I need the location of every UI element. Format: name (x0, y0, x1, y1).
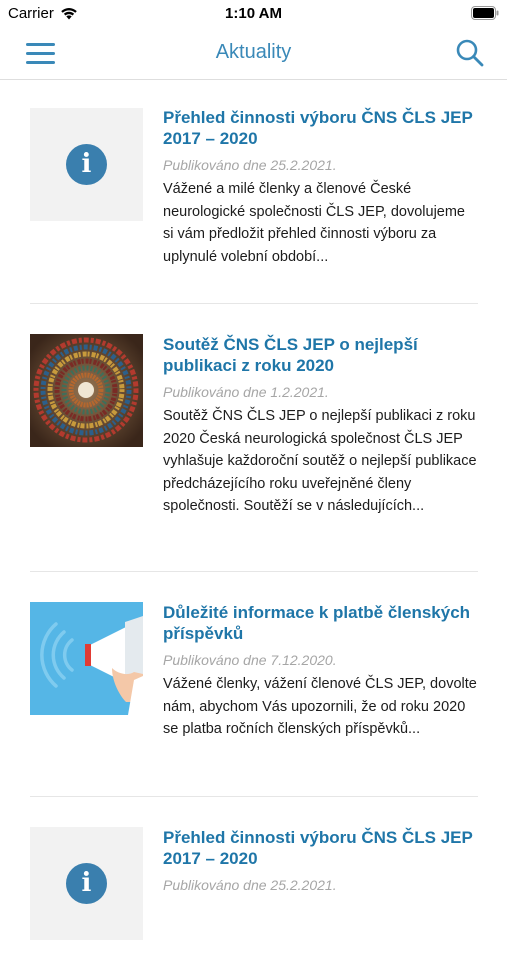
news-excerpt: Soutěž ČNS ČLS JEP o nejlepší publikaci … (163, 408, 477, 514)
status-time: 1:10 AM (225, 5, 282, 22)
search-icon[interactable] (455, 38, 485, 68)
news-excerpt: Vážené a milé členky a členové České neu… (163, 181, 465, 265)
news-date: Publikováno dne 7.12.2020. (163, 652, 337, 668)
news-date: Publikováno dne 25.2.2021. (163, 877, 337, 893)
news-title[interactable]: Soutěž ČNS ČLS JEP o nejlepší publikaci … (163, 334, 478, 376)
battery-icon (471, 6, 499, 24)
news-title[interactable]: Přehled činnosti výboru ČNS ČLS JEP 2017… (163, 107, 478, 149)
news-excerpt: Vážené členky, vážení členové ČLS JEP, d… (163, 676, 477, 737)
news-item[interactable]: Důležité informace k platbě členských př… (30, 572, 478, 797)
page-title: Aktuality (215, 41, 292, 63)
news-title[interactable]: Důležité informace k platbě členských př… (163, 602, 478, 644)
info-icon: i (66, 863, 107, 904)
news-thumbnail: i (30, 827, 143, 940)
news-date: Publikováno dne 25.2.2021. (163, 157, 337, 173)
news-date: Publikováno dne 1.2.2021. (163, 384, 329, 400)
news-thumbnail: i (30, 108, 143, 221)
news-thumbnail (30, 602, 143, 715)
news-item[interactable]: i Přehled činnosti výboru ČNS ČLS JEP 20… (30, 797, 478, 977)
info-icon: i (66, 144, 107, 185)
news-title[interactable]: Přehled činnosti výboru ČNS ČLS JEP 2017… (163, 827, 478, 869)
news-feed: i Přehled činnosti výboru ČNS ČLS JEP 20… (30, 80, 478, 977)
news-item[interactable]: i Přehled činnosti výboru ČNS ČLS JEP 20… (30, 80, 478, 304)
megaphone-image (30, 602, 143, 715)
status-bar: Carrier 1:10 AM (0, 0, 507, 28)
news-item[interactable]: Soutěž ČNS ČLS JEP o nejlepší publikaci … (30, 304, 478, 572)
news-thumbnail (30, 334, 143, 447)
navigation-bar: Aktuality (0, 28, 507, 80)
library-spiral-image (30, 334, 143, 447)
